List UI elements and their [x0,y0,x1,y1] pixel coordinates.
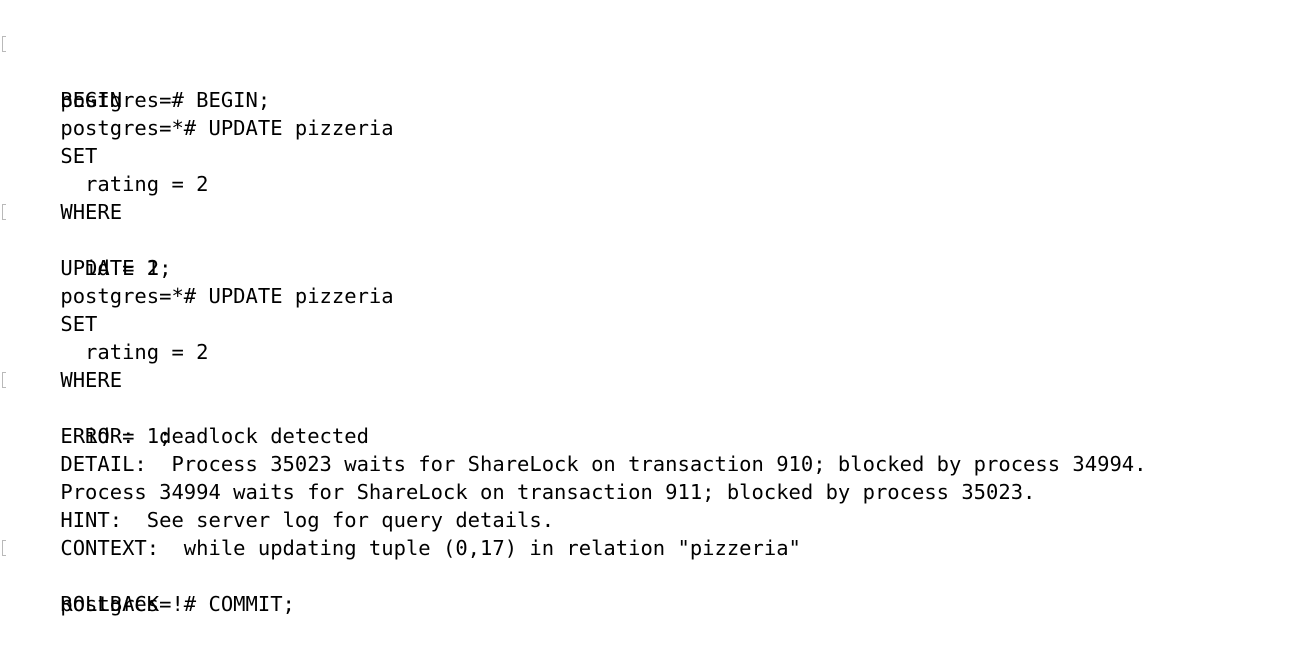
output-line: UPDATE 1 [0,226,1312,280]
output-line: BEGIN [0,58,1312,112]
sql-line: id = 1; [0,366,1312,448]
prompt-commit-line: postgres=!# COMMIT; [0,534,1312,616]
sql-line: id = 2; [0,198,1312,280]
line-text: ROLLBACK [60,592,160,616]
prompt-update-line: postgres=*# UPDATE pizzeria [0,254,1312,308]
command-mark-icon [2,372,6,388]
sql-line: WHERE [0,338,1312,392]
detail-line: DETAIL: Process 35023 waits for ShareLoc… [0,422,1312,476]
command-mark-icon [2,204,6,220]
error-line: ERROR: deadlock detected [0,394,1312,448]
hint-line: HINT: See server log for query details. [0,478,1312,532]
sql-line: WHERE [0,170,1312,224]
output-line: ROLLBACK [0,562,1312,616]
context-line: CONTEXT: while updating tuple (0,17) in … [0,506,1312,560]
prompt-update-line: postgres=*# UPDATE pizzeria [0,86,1312,140]
command-mark-icon [2,540,6,556]
sql-line: rating = 2 [0,310,1312,364]
sql-line: rating = 2 [0,142,1312,196]
terminal-output[interactable]: postgres=# BEGIN; BEGIN postgres=*# UPDA… [0,30,1312,616]
prompt-begin-line: postgres=# BEGIN; [0,30,1312,112]
sql-line: SET [0,114,1312,168]
sql-line: SET [0,282,1312,336]
command-mark-icon [2,36,6,52]
detail-line: Process 34994 waits for ShareLock on tra… [0,450,1312,504]
